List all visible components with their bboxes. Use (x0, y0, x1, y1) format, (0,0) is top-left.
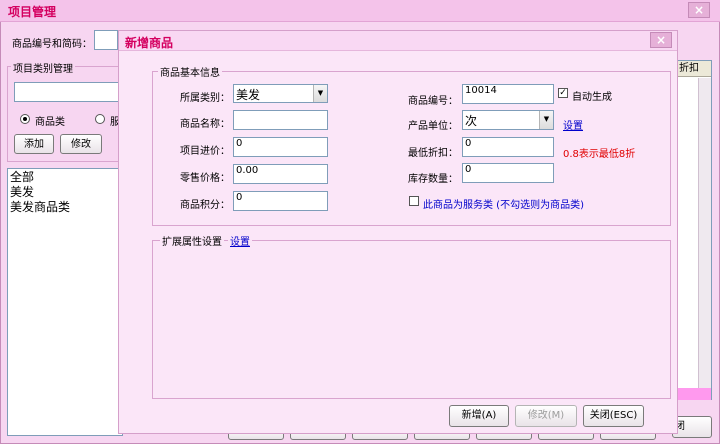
close-icon: × (655, 33, 667, 47)
dialog-add-button[interactable]: 新增(A) (449, 405, 509, 427)
category-select-value: 美发 (236, 88, 261, 102)
dialog-title: 新增商品 (125, 36, 174, 50)
unit-select-value: 次 (465, 114, 478, 128)
main-close-button[interactable]: × (688, 2, 710, 18)
category-add-button[interactable]: 添加 (14, 134, 54, 154)
unit-select[interactable]: 次 ▼ (462, 110, 554, 130)
table-scrollbar[interactable] (698, 78, 711, 388)
category-group-label: 项目类别管理 (11, 60, 75, 75)
chevron-down-icon: ▼ (539, 111, 553, 129)
tree-item-hair[interactable]: 美发 (10, 185, 120, 200)
tree-item-all[interactable]: 全部 (10, 170, 120, 185)
extended-attributes-label: 扩展属性设置 (160, 233, 224, 248)
category-select[interactable]: 美发 ▼ (233, 84, 328, 103)
retail-label: 零售价格： (180, 173, 230, 184)
points-label: 商品积分： (180, 200, 230, 211)
category-label: 所属类别： (180, 93, 230, 104)
unit-label: 产品单位： (408, 121, 458, 132)
category-tree: 全部 美发 美发商品类 (7, 168, 123, 436)
retail-input[interactable]: 0.00 (233, 164, 328, 184)
dialog-titlebar (119, 31, 677, 51)
auto-generate-checkbox[interactable]: ✓ (558, 88, 568, 98)
dialog-close-button[interactable]: × (650, 32, 672, 48)
search-input[interactable] (94, 30, 118, 50)
code-input[interactable]: 10014 (462, 84, 554, 104)
cost-input[interactable]: 0 (233, 137, 328, 157)
stock-input[interactable]: 0 (462, 163, 554, 183)
radio-goods[interactable] (20, 114, 30, 124)
min-discount-label: 最低折扣： (408, 148, 458, 159)
min-discount-input[interactable]: 0 (462, 137, 554, 157)
radio-goods-label: 商品类 (35, 117, 65, 128)
name-input[interactable] (233, 110, 328, 130)
min-discount-hint: 0.8表示最低8折 (563, 149, 636, 160)
category-edit-button[interactable]: 修改 (60, 134, 102, 154)
main-titlebar (0, 0, 720, 22)
tree-item-hair-goods[interactable]: 美发商品类 (10, 200, 120, 215)
main-close-esc-button[interactable]: 闭(ESC) (672, 416, 712, 438)
cost-label: 项目进价： (180, 146, 230, 157)
close-icon: × (693, 3, 705, 17)
code-label: 商品编号： (408, 96, 458, 107)
basic-info-group-label: 商品基本信息 (158, 64, 222, 79)
auto-generate-label: 自动生成 (572, 92, 612, 103)
chevron-down-icon: ▼ (313, 85, 327, 102)
name-label: 商品名称： (180, 119, 230, 130)
radio-service[interactable] (95, 114, 105, 124)
table-selected-row[interactable] (677, 388, 711, 400)
main-window-title: 项目管理 (8, 5, 57, 19)
points-input[interactable]: 0 (233, 191, 328, 211)
stock-label: 库存数量： (408, 174, 458, 185)
unit-settings-link[interactable]: 设置 (563, 117, 583, 132)
search-label: 商品编号和简码： (12, 39, 92, 50)
service-checkbox[interactable] (409, 196, 419, 206)
extended-attributes-group (152, 240, 671, 399)
dialog-edit-button[interactable]: 修改(M) (515, 405, 577, 427)
table-header-discount: 折扣 (677, 61, 711, 77)
service-checkbox-label: 此商品为服务类 (不勾选则为商品类) (423, 200, 584, 211)
category-name-input[interactable] (14, 82, 120, 102)
dialog-close-esc-button[interactable]: 关闭(ESC) (583, 405, 644, 427)
extended-settings-link[interactable]: 设置 (228, 233, 252, 248)
